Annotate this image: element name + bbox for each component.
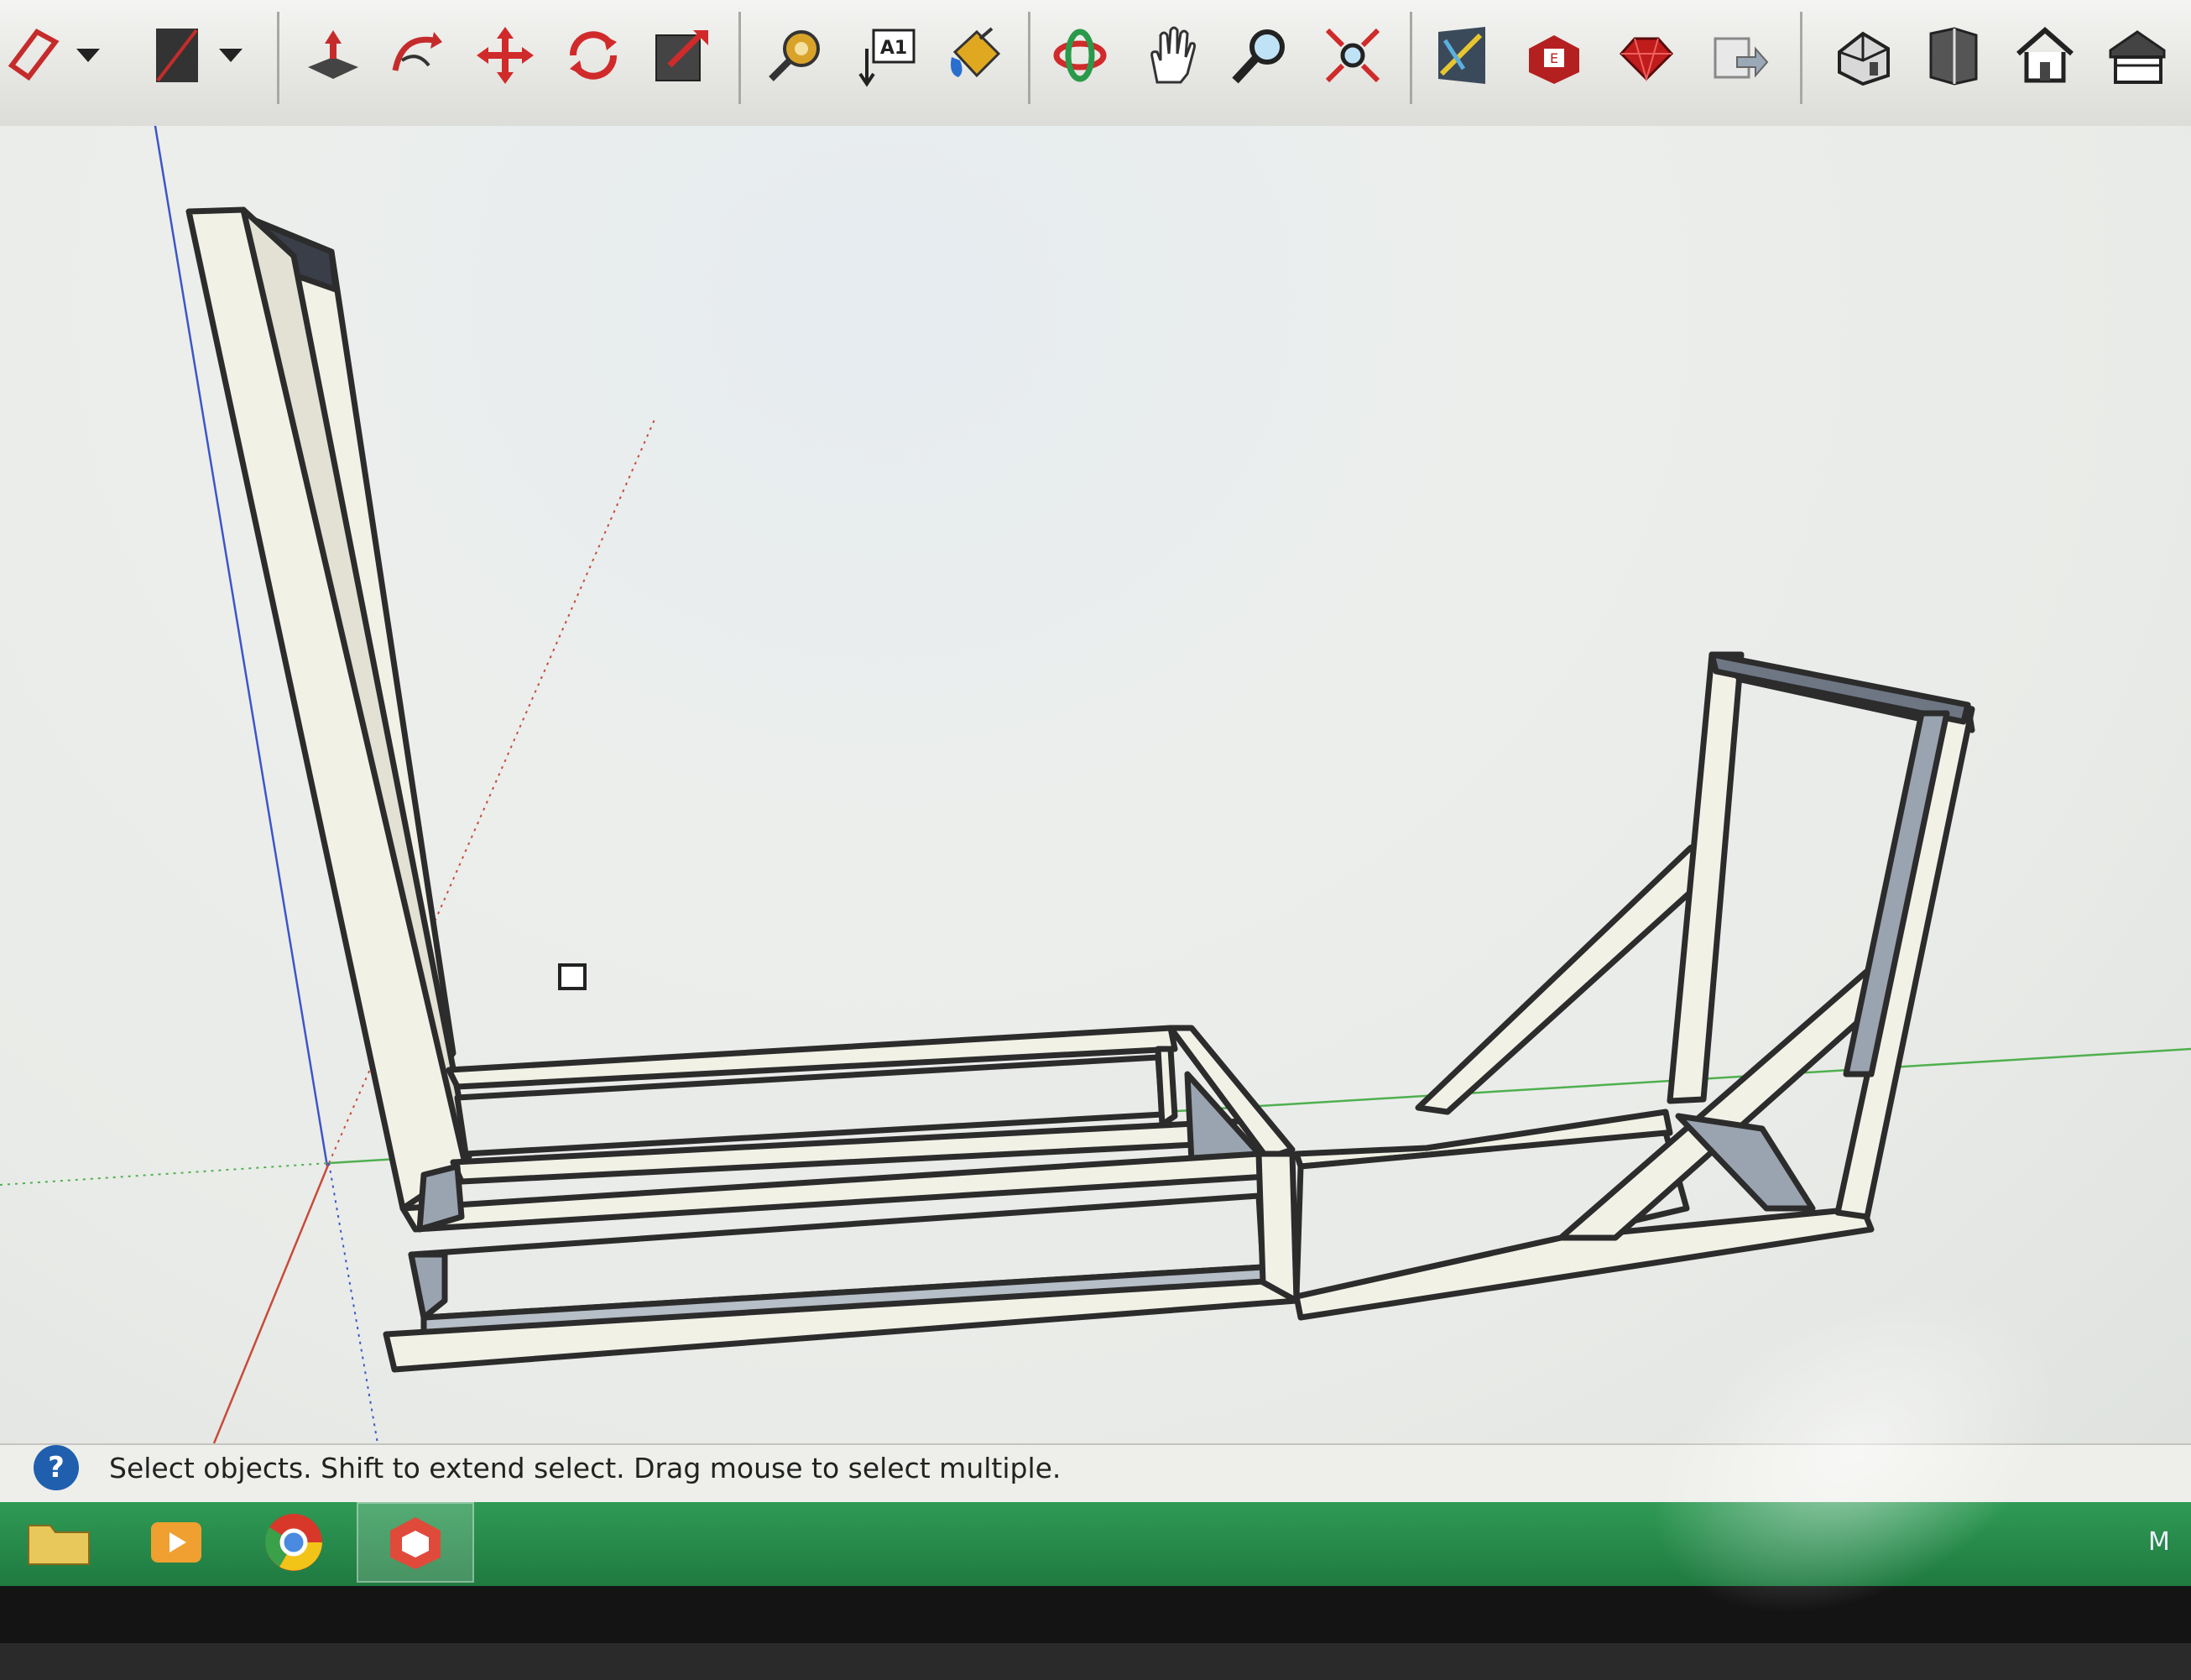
push-pull-icon (308, 30, 358, 79)
chrome-icon (264, 1514, 322, 1571)
toolbar-separator (738, 12, 741, 104)
scale-icon (655, 30, 708, 81)
follow-me-tool-button[interactable] (382, 15, 452, 96)
main-toolbar: A1 E (0, 0, 2191, 128)
folder-icon (28, 1525, 90, 1565)
taskbar-chrome[interactable] (235, 1502, 352, 1583)
paint-bucket-tool-button[interactable] (940, 15, 1010, 96)
help-icon[interactable]: ? (34, 1445, 79, 1490)
rotate-tool-button[interactable] (558, 15, 629, 96)
extension-icon: E (1529, 35, 1579, 84)
move-icon (477, 27, 534, 84)
right-house-icon (2109, 30, 2166, 84)
monitor-bezel (0, 1586, 2191, 1643)
pan-hand-icon (1150, 26, 1196, 84)
model-viewport[interactable] (0, 126, 2191, 1443)
top-view-button[interactable] (2010, 15, 2080, 96)
front-rail-inner-left[interactable] (408, 1251, 448, 1321)
toolbar-separator (1800, 12, 1802, 104)
model-canvas[interactable] (0, 126, 2191, 1443)
push-pull-tool-button[interactable] (298, 15, 368, 96)
corner-inner[interactable] (416, 1163, 465, 1233)
metal-frame-model[interactable] (185, 206, 1975, 1373)
taskbar-media-player[interactable] (117, 1502, 235, 1583)
lasso-icon (8, 29, 60, 81)
green-axis-dotted (0, 1162, 330, 1186)
send-to-layout-button[interactable] (1703, 15, 1774, 96)
taskbar-file-explorer[interactable] (0, 1502, 117, 1583)
scale-tool-button[interactable] (646, 15, 717, 96)
follow-me-icon (392, 32, 442, 71)
pan-tool-button[interactable] (1137, 15, 1208, 96)
move-tool-button[interactable] (470, 15, 540, 96)
rotate-icon (569, 31, 618, 80)
orbit-tool-button[interactable] (1045, 15, 1115, 96)
chevron-down-icon (76, 49, 100, 62)
tape-measure-icon (769, 30, 820, 81)
send-to-layout-icon (1714, 37, 1769, 79)
text-tool-button[interactable]: A1 (852, 15, 922, 96)
back-rail-end[interactable] (1155, 1046, 1178, 1128)
sketchup-icon (390, 1517, 441, 1569)
tall-post-front-side[interactable] (240, 206, 473, 1170)
blue-axis-dotted (328, 1162, 378, 1443)
lasso-dropdown-button[interactable] (67, 15, 109, 96)
rear-diagonal-brace[interactable] (1415, 844, 1715, 1115)
tape-measure-tool-button[interactable] (759, 15, 830, 96)
toolbar-separator (1410, 12, 1412, 104)
orbit-icon (1053, 29, 1107, 82)
toolbar-separator (277, 12, 279, 104)
status-message: Select objects. Shift to extend select. … (109, 1452, 1062, 1484)
iso-view-button[interactable] (1829, 15, 1900, 96)
ruby-icon (1619, 37, 1674, 82)
front-rail-joint[interactable] (1255, 1150, 1300, 1304)
ruby-console-button[interactable] (1611, 15, 1682, 96)
taskbar-sketchup[interactable] (357, 1502, 474, 1583)
text-icon: A1 (858, 29, 916, 87)
system-tray-text: M (2148, 1527, 2170, 1557)
svg-text:E: E (1550, 50, 1558, 66)
rectangle-dropdown-button[interactable] (210, 15, 252, 96)
zoom-tool-button[interactable] (1225, 15, 1296, 96)
front-view-button[interactable] (1917, 15, 1988, 96)
warehouse-button[interactable] (1427, 15, 1497, 96)
lasso-tool-button[interactable] (0, 15, 70, 96)
paint-bucket-icon (951, 27, 1001, 78)
red-axis (212, 1162, 331, 1443)
extension-warehouse-button[interactable]: E (1519, 15, 1589, 96)
chevron-down-icon (219, 49, 243, 62)
zoom-extents-tool-button[interactable] (1317, 15, 1388, 96)
media-player-icon (151, 1522, 201, 1563)
text-tool-label: A1 (880, 38, 907, 59)
rectangle-tool-button[interactable] (143, 15, 213, 96)
right-view-button[interactable] (2102, 15, 2173, 96)
zoom-icon (1232, 29, 1285, 84)
rectangle-icon (156, 29, 198, 82)
toolbar-separator (1028, 12, 1030, 104)
front-view-icon (1929, 27, 1978, 86)
warehouse-icon (1438, 27, 1485, 84)
select-cursor-icon (558, 963, 587, 990)
zoom-extents-icon (1325, 28, 1380, 83)
top-house-icon (2016, 27, 2074, 83)
iso-house-icon (1838, 31, 1890, 86)
